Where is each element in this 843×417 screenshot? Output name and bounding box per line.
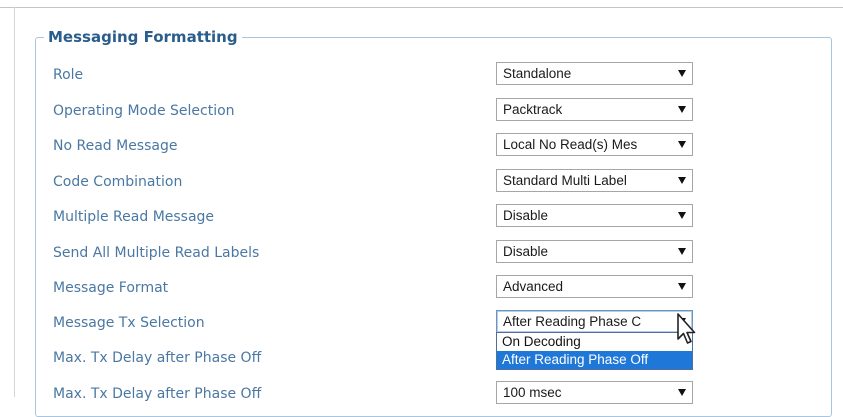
message-format-select[interactable]: Advanced: [496, 275, 693, 298]
chevron-down-icon: [678, 106, 686, 113]
form-row-max-tx-delay-1: Max. Tx Delay after Phase Off: [0, 345, 843, 371]
operating-mode-select-value: Packtrack: [503, 102, 563, 117]
form-row-role: Role Standalone: [0, 62, 843, 88]
mouse-cursor-icon: [677, 313, 696, 344]
multiple-read-message-select-value: Disable: [503, 208, 549, 223]
chevron-down-icon: [678, 70, 686, 77]
chevron-down-icon: [678, 141, 686, 148]
send-all-multiple-read-labels-label: Send All Multiple Read Labels: [53, 245, 260, 261]
no-read-message-label: No Read Message: [53, 138, 178, 154]
chevron-down-icon: [678, 212, 686, 219]
message-tx-selection-dropdown: On Decoding After Reading Phase Off: [496, 332, 693, 370]
message-format-select-value: Advanced: [503, 279, 564, 294]
multiple-read-message-label: Multiple Read Message: [53, 209, 215, 225]
role-select[interactable]: Standalone: [496, 62, 693, 85]
chevron-down-icon: [678, 248, 686, 255]
no-read-message-select[interactable]: Local No Read(s) Mes: [496, 133, 693, 156]
chevron-down-icon: [678, 177, 686, 184]
form-row-code-combination: Code Combination Standard Multi Label: [0, 169, 843, 195]
message-tx-selection-select-value: After Reading Phase C: [503, 314, 642, 329]
form-row-max-tx-delay-2: Max. Tx Delay after Phase Off 100 msec: [0, 381, 843, 407]
chevron-down-icon: [678, 283, 686, 290]
form-row-no-read-message: No Read Message Local No Read(s) Mes: [0, 133, 843, 159]
form-row-message-tx-selection: Message Tx Selection After Reading Phase…: [0, 310, 843, 336]
role-label: Role: [53, 67, 84, 83]
max-tx-delay-label: Max. Tx Delay after Phase Off: [53, 350, 262, 366]
max-tx-delay-select-value: 100 msec: [503, 385, 562, 400]
code-combination-select-value: Standard Multi Label: [503, 173, 627, 188]
no-read-message-select-value: Local No Read(s) Mes: [503, 137, 638, 152]
code-combination-select[interactable]: Standard Multi Label: [496, 169, 693, 192]
code-combination-label: Code Combination: [53, 174, 183, 190]
operating-mode-select[interactable]: Packtrack: [496, 98, 693, 121]
operating-mode-label: Operating Mode Selection: [53, 103, 235, 119]
send-all-multiple-read-labels-select[interactable]: Disable: [496, 240, 693, 263]
form-row-send-all-multiple-read-labels: Send All Multiple Read Labels Disable: [0, 240, 843, 266]
role-select-value: Standalone: [503, 66, 572, 81]
send-all-multiple-read-labels-select-value: Disable: [503, 244, 549, 259]
message-tx-selection-select[interactable]: After Reading Phase C: [496, 310, 693, 333]
dropdown-option-on-decoding[interactable]: On Decoding: [497, 333, 692, 351]
form-row-multiple-read-message: Multiple Read Message Disable: [0, 204, 843, 230]
message-tx-selection-label: Message Tx Selection: [53, 315, 205, 331]
multiple-read-message-select[interactable]: Disable: [496, 204, 693, 227]
max-tx-delay-label: Max. Tx Delay after Phase Off: [53, 386, 262, 402]
max-tx-delay-select[interactable]: 100 msec: [496, 381, 693, 404]
section-title: Messaging Formatting: [44, 28, 242, 46]
form-row-operating-mode: Operating Mode Selection Packtrack: [0, 98, 843, 124]
form-row-message-format: Message Format Advanced: [0, 275, 843, 301]
top-divider: [0, 7, 843, 8]
dropdown-option-after-reading-phase-off[interactable]: After Reading Phase Off: [497, 351, 692, 369]
message-format-label: Message Format: [53, 280, 169, 296]
chevron-down-icon: [678, 389, 686, 396]
